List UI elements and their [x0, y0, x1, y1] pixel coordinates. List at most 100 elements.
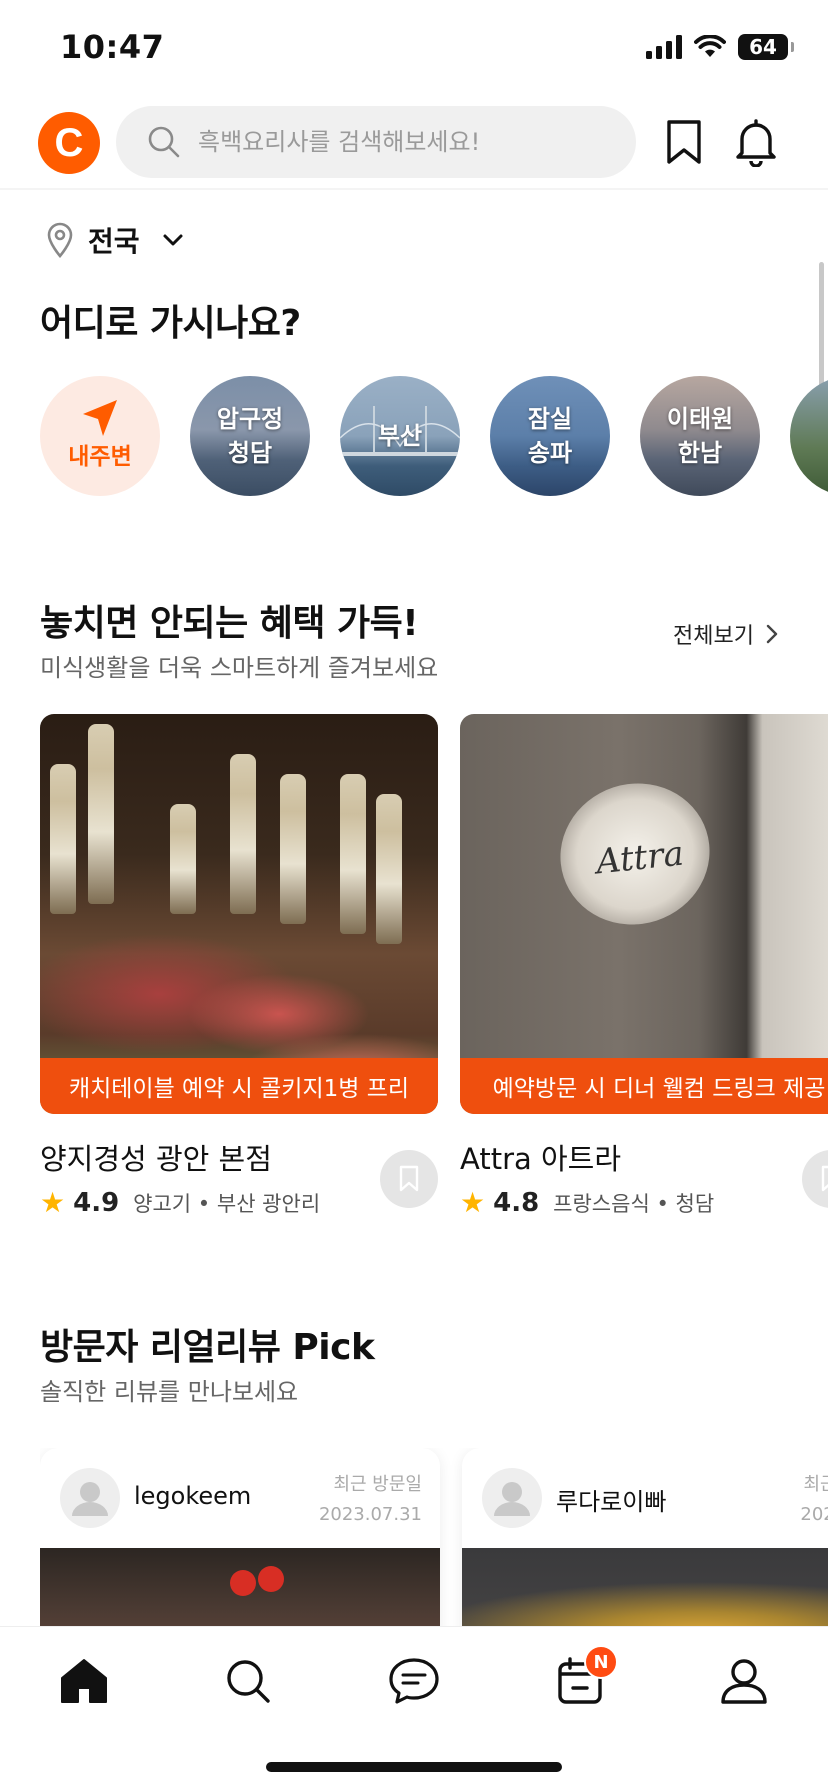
area-item-apgujeong[interactable]: 압구정 청담 [190, 376, 310, 496]
nav-profile[interactable] [704, 1649, 784, 1713]
visit-date: 2023.07.31 [318, 1504, 422, 1525]
bookmark-icon [667, 120, 701, 164]
restaurant-category: 양고기 • 부산 광안리 [133, 1191, 321, 1216]
area-label: 내주변 [68, 444, 132, 470]
status-time: 10:47 [60, 28, 165, 66]
logo-letter: C [54, 120, 84, 165]
chevron-right-icon [766, 624, 778, 644]
area-item-itaewon[interactable]: 이태원 한남 [640, 376, 760, 496]
bookmark-button[interactable] [658, 116, 710, 168]
area-item-jamsil[interactable]: 잠실 송파 [490, 376, 610, 496]
app-logo[interactable]: C [38, 112, 100, 174]
bell-icon [736, 119, 776, 167]
card-promo-text: 예약방문 시 디너 웰컴 드링크 제공 [492, 1076, 826, 1102]
search-input[interactable] [198, 128, 618, 156]
bottle-shape [376, 794, 402, 944]
area-list: 내주변 압구정 청담 부산 잠실 송파 이태원 한남 [40, 376, 828, 496]
new-badge: N [584, 1645, 618, 1679]
restaurant-meta: ★ 4.8 프랑스음식 • 청담 [460, 1186, 714, 1219]
location-label: 전국 [88, 225, 140, 258]
chat-icon [389, 1658, 439, 1704]
review-image [40, 1548, 440, 1626]
visit-date: 2024.07.1 [800, 1504, 828, 1525]
wifi-icon [694, 35, 726, 57]
bottle-shape [340, 774, 366, 934]
visit-info: 최근 방문일 2024.07.1 [800, 1470, 828, 1530]
rating-value: 4.8 [493, 1187, 540, 1218]
card-bookmark-button[interactable] [380, 1150, 438, 1208]
restaurant-image: 캐치테이블 예약 시 콜키지1병 프리 [40, 714, 438, 1114]
tomato-shape [258, 1566, 284, 1592]
reviews-title: 방문자 리얼리뷰 Pick [40, 1327, 375, 1368]
area-item-more[interactable] [790, 376, 828, 496]
nav-search[interactable] [208, 1649, 288, 1713]
restaurant-meta: ★ 4.9 양고기 • 부산 광안리 [40, 1186, 320, 1219]
card-bookmark-button[interactable] [802, 1150, 828, 1208]
location-pin-icon [47, 222, 73, 258]
area-label: 잠실 송파 [527, 405, 573, 467]
user-placeholder-icon [494, 1482, 530, 1516]
area-label: 이태원 한남 [666, 405, 734, 467]
bookmark-icon [821, 1165, 828, 1192]
tomato-shape [230, 1570, 256, 1596]
reviewer-name: legokeem [134, 1482, 252, 1510]
review-card[interactable]: 루다로이빠 최근 방문일 2024.07.1 [462, 1448, 828, 1626]
benefits-subtitle: 미식생활을 더욱 스마트하게 즐겨보세요 [40, 654, 439, 682]
reviewer-name: 루다로이빠 [556, 1488, 667, 1516]
bookmark-icon [399, 1165, 419, 1192]
where-title: 어디로 가시나요? [40, 303, 301, 344]
navigation-arrow-icon [83, 400, 117, 436]
restaurant-category: 프랑스음식 • 청담 [553, 1191, 715, 1216]
bottle-shape [88, 724, 114, 904]
avatar [60, 1468, 120, 1528]
reviews-subtitle: 솔직한 리뷰를 만나보세요 [40, 1378, 299, 1406]
review-image [462, 1548, 828, 1626]
nav-chat[interactable] [374, 1649, 454, 1713]
scroll-indicator [819, 262, 824, 392]
bottle-shape [50, 764, 76, 914]
home-icon [61, 1659, 107, 1703]
star-icon: ★ [40, 1186, 66, 1219]
benefit-card[interactable]: Attra 예약방문 시 디너 웰컴 드링크 제공 Attra 아트라 ★ 4.… [460, 714, 828, 1234]
card-promo-banner: 캐치테이블 예약 시 콜키지1병 프리 [40, 1058, 438, 1114]
search-icon [148, 126, 180, 158]
bottle-shape [170, 804, 196, 914]
area-label: 부산 [377, 422, 423, 450]
status-bar: 10:47 64 [0, 0, 828, 96]
restaurant-image: Attra 예약방문 시 디너 웰컴 드링크 제공 [460, 714, 828, 1114]
visit-info: 최근 방문일 2023.07.31 [319, 1470, 422, 1530]
search-bar[interactable] [116, 106, 636, 178]
review-card-list: legokeem 최근 방문일 2023.07.31 루다로이빠 최근 방문일 … [40, 1448, 828, 1626]
area-item-busan[interactable]: 부산 [340, 376, 460, 496]
benefit-card[interactable]: 캐치테이블 예약 시 콜키지1병 프리 양지경성 광안 본점 ★ 4.9 양고기… [40, 714, 438, 1234]
chevron-down-icon [163, 234, 183, 246]
avatar [482, 1468, 542, 1528]
location-selector[interactable]: 전국 [46, 220, 184, 260]
status-icons: 64 [646, 34, 794, 60]
star-icon: ★ [460, 1186, 486, 1219]
area-item-nearby[interactable]: 내주변 [40, 376, 160, 496]
profile-icon [721, 1659, 767, 1704]
card-promo-banner: 예약방문 시 디너 웰컴 드링크 제공 [460, 1058, 828, 1114]
review-card[interactable]: legokeem 최근 방문일 2023.07.31 [40, 1448, 440, 1626]
rating-value: 4.9 [73, 1187, 120, 1218]
bottle-shape [280, 774, 306, 924]
user-placeholder-icon [72, 1482, 108, 1516]
search-icon [227, 1660, 270, 1703]
benefit-card-list: 캐치테이블 예약 시 콜키지1병 프리 양지경성 광안 본점 ★ 4.9 양고기… [40, 714, 828, 1234]
nav-home[interactable] [44, 1649, 124, 1713]
card-promo-text: 캐치테이블 예약 시 콜키지1병 프리 [68, 1076, 410, 1102]
visit-label: 최근 방문일 [333, 1474, 422, 1495]
battery-indicator: 64 [738, 34, 794, 60]
visit-label: 최근 방문일 [803, 1474, 828, 1495]
signal-icon [646, 35, 682, 59]
notification-button[interactable] [730, 116, 782, 168]
app-header: C [0, 100, 828, 190]
see-all-label: 전체보기 [673, 624, 754, 649]
restaurant-name: Attra 아트라 [460, 1142, 622, 1176]
nav-reservations[interactable]: N [540, 1645, 620, 1713]
benefits-title: 놓치면 안되는 혜택 가득! [40, 603, 419, 644]
see-all-link[interactable]: 전체보기 [673, 618, 778, 650]
area-label: 압구정 청담 [216, 405, 284, 467]
bottle-shape [230, 754, 256, 914]
